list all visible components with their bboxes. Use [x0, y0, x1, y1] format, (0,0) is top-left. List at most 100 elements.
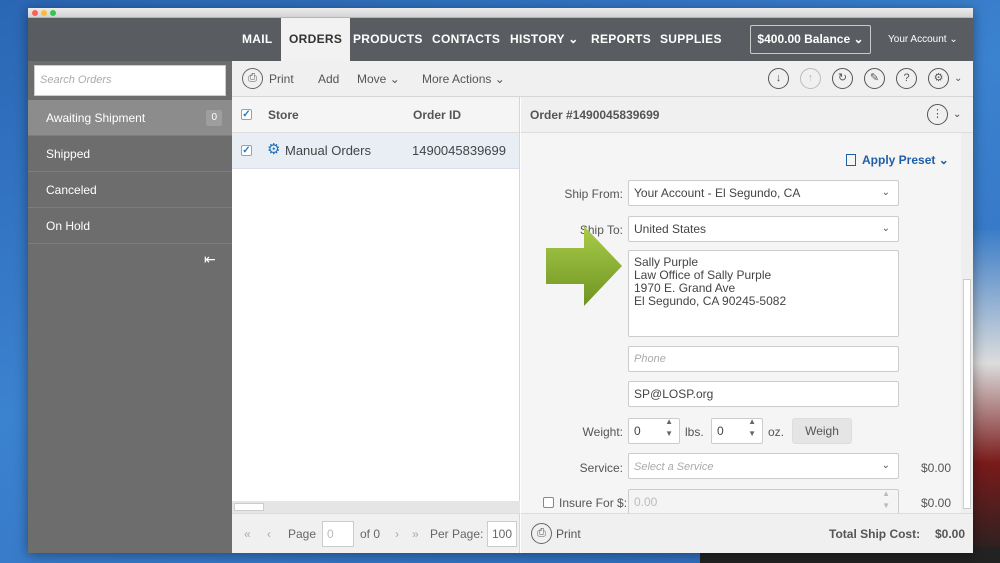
chevron-down-icon: ⌄ — [881, 187, 890, 198]
vertical-scrollbar[interactable] — [961, 133, 973, 513]
close-window-icon[interactable] — [32, 10, 38, 16]
stepper-icon[interactable]: ▲ ▼ — [882, 488, 890, 512]
store-name: Manual Orders — [285, 143, 371, 158]
table-row[interactable]: ✓ ⚙ Manual Orders 1490045839699 — [232, 133, 519, 169]
more-actions-button[interactable]: More Actions ⌄ — [422, 61, 505, 97]
page-input[interactable]: 0 — [322, 521, 354, 547]
nav-supplies[interactable]: SUPPLIES — [660, 18, 722, 61]
stepper-icon[interactable]: ▲ ▼ — [748, 416, 756, 440]
per-page-label: Per Page: — [430, 527, 484, 541]
ship-to-country-select[interactable]: United States ⌄ — [628, 216, 899, 242]
print-label-button[interactable]: Print — [556, 514, 581, 553]
add-button[interactable]: Add — [318, 61, 339, 97]
sidebar-item-shipped[interactable]: Shipped — [28, 136, 232, 172]
order-detail-panel: Order #1490045839699 ⋮ ⌄ Apply Preset ⌄ … — [521, 97, 973, 553]
nav-products[interactable]: PRODUCTS — [353, 18, 423, 61]
sidebar-item-awaiting-shipment[interactable]: Awaiting Shipment 0 — [28, 100, 232, 136]
download-icon[interactable]: ↓ — [768, 68, 789, 89]
page-label: Page — [288, 527, 317, 541]
lbs-unit: lbs. — [685, 425, 704, 439]
pager: « ‹ Page 0 of 0 › » Per Page: 100 — [232, 513, 519, 553]
apply-preset-button[interactable]: Apply Preset ⌄ — [846, 153, 949, 167]
nav-reports[interactable]: REPORTS — [591, 18, 651, 61]
help-icon[interactable]: ? — [896, 68, 917, 89]
apply-preset-label: Apply Preset — [862, 153, 936, 167]
ship-from-select[interactable]: Your Account - El Segundo, CA ⌄ — [628, 180, 899, 206]
sidebar-item-canceled[interactable]: Canceled — [28, 172, 232, 208]
nav-orders[interactable]: ORDERS — [281, 18, 351, 61]
move-button[interactable]: Move ⌄ — [357, 61, 400, 97]
nav-contacts[interactable]: CONTACTS — [432, 18, 500, 61]
address-line: El Segundo, CA 90245-5082 — [634, 294, 787, 308]
zoom-window-icon[interactable] — [50, 10, 56, 16]
desktop-background-right — [970, 230, 1000, 563]
print-icon[interactable]: ⎙ — [531, 523, 552, 544]
edit-icon[interactable]: ✎ — [864, 68, 885, 89]
sidebar-item-label: Awaiting Shipment — [46, 111, 146, 125]
chevron-down-icon: ⌄ — [938, 153, 949, 167]
chevron-down-icon: ⌄ — [853, 32, 864, 46]
row-checkbox[interactable]: ✓ — [241, 145, 252, 156]
sidebar-item-on-hold[interactable]: On Hold — [28, 208, 232, 244]
insure-checkbox[interactable] — [543, 497, 554, 508]
detail-footer: ⎙ Print Total Ship Cost: $0.00 — [521, 513, 973, 553]
detail-header: Order #1490045839699 ⋮ ⌄ — [521, 97, 973, 133]
scroll-thumb[interactable] — [963, 279, 971, 509]
nav-mail[interactable]: MAIL — [242, 18, 273, 61]
balance-button[interactable]: $400.00 Balance ⌄ — [750, 25, 871, 54]
gear-icon[interactable]: ⚙ — [928, 68, 949, 89]
chevron-down-icon[interactable]: ⌄ — [953, 97, 961, 133]
chevron-down-icon: ⌄ — [389, 72, 400, 86]
chevron-down-icon: ⌄ — [494, 72, 505, 86]
upload-icon[interactable]: ↑ — [800, 68, 821, 89]
prev-page-icon[interactable]: ‹ — [267, 514, 271, 553]
select-all-checkbox[interactable]: ✓ — [241, 109, 252, 120]
weigh-button[interactable]: Weigh — [792, 418, 852, 444]
chevron-down-icon[interactable]: ⌄ — [954, 61, 962, 97]
toolbar: ⎙ Print Add Move ⌄ More Actions ⌄ ↓ ↑ ↻ … — [232, 61, 973, 97]
move-label: Move — [357, 72, 387, 86]
nav-history[interactable]: HISTORY ⌄ — [510, 18, 579, 61]
service-select[interactable]: Select a Service ⌄ — [628, 453, 899, 479]
search-input[interactable]: Search Orders — [34, 65, 226, 96]
service-price: $0.00 — [921, 461, 952, 475]
page-count: of 0 — [360, 527, 381, 541]
window-titlebar — [28, 8, 973, 18]
phone-field[interactable]: Phone — [628, 346, 899, 372]
weight-lbs-input[interactable]: 0 ▲ ▼ — [628, 416, 680, 444]
oz-unit: oz. — [768, 425, 785, 439]
weight-oz-input[interactable]: 0 ▲ ▼ — [711, 416, 763, 444]
ship-from-label: Ship From: — [564, 187, 623, 201]
column-order-id[interactable]: Order ID — [413, 97, 461, 133]
scroll-thumb[interactable] — [234, 503, 264, 511]
order-title: Order #1490045839699 — [530, 108, 660, 122]
email-field[interactable]: SP@LOSP.org — [628, 381, 899, 407]
service-label: Service: — [579, 461, 623, 475]
top-navigation: MAIL ORDERS PRODUCTS CONTACTS HISTORY ⌄ … — [28, 18, 973, 61]
ship-from-value: Your Account - El Segundo, CA — [634, 186, 801, 200]
more-options-icon[interactable]: ⋮ — [927, 104, 948, 125]
nav-history-label: HISTORY — [510, 32, 565, 46]
address-textarea[interactable]: Sally Purple Law Office of Sally Purple … — [628, 250, 899, 337]
minimize-window-icon[interactable] — [41, 10, 47, 16]
per-page-input[interactable]: 100 — [487, 521, 517, 547]
account-menu[interactable]: Your Account ⌄ — [888, 18, 958, 61]
stepper-icon[interactable]: ▲ ▼ — [665, 416, 673, 440]
print-button[interactable]: Print — [269, 61, 294, 97]
oz-value: 0 — [717, 424, 724, 438]
orders-list: ✓ Store Order ID ✓ ⚙ Manual Orders 14900… — [232, 97, 520, 553]
next-page-icon[interactable]: › — [395, 514, 399, 553]
print-icon[interactable]: ⎙ — [242, 68, 263, 89]
more-actions-label: More Actions — [422, 72, 492, 86]
insure-amount-input[interactable]: 0.00 ▲ ▼ — [628, 489, 899, 515]
refresh-icon[interactable]: ↻ — [832, 68, 853, 89]
last-page-icon[interactable]: » — [412, 514, 419, 553]
horizontal-scrollbar[interactable] — [232, 501, 520, 513]
chevron-down-icon: ⌄ — [949, 34, 958, 45]
total-ship-cost-value: $0.00 — [935, 527, 966, 541]
order-id: 1490045839699 — [412, 143, 506, 158]
column-store[interactable]: Store — [268, 97, 299, 133]
first-page-icon[interactable]: « — [244, 514, 251, 553]
chevron-down-icon: ⌄ — [881, 460, 890, 471]
collapse-sidebar-icon[interactable]: ⇤ — [204, 251, 216, 268]
